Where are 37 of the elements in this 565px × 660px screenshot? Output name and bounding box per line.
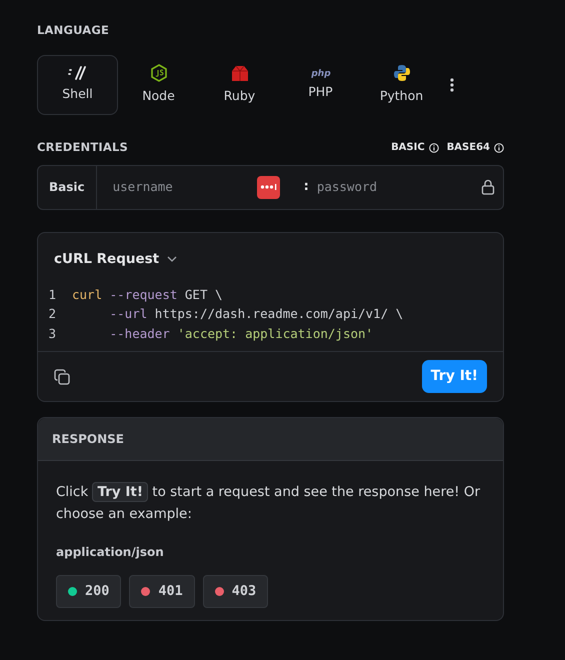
php-wordmark-icon: php [310,68,330,78]
auth-help-link[interactable]: BASE64 [446,140,490,156]
snakes-icon [392,64,410,82]
gem-icon [230,64,248,82]
line-number: 3 [47,324,57,343]
auth-scheme-label: Basic [38,166,97,208]
media-type-label: application/json [56,544,165,562]
line-number: 1 [47,286,57,304]
language-tab[interactable]: Ruby [199,55,280,116]
terminal-slashes-icon [68,66,87,80]
language-tab[interactable]: Shell [37,55,118,116]
status-example-button[interactable]: 403 [202,575,268,608]
language-tab[interactable]: Node [118,55,199,116]
language-tab[interactable]: Python [361,55,442,116]
code-line: --header 'accept: application/json' [108,326,374,341]
code-line: curl --request GET \ [72,286,223,302]
info-icon [428,142,439,153]
code-line: --url https://dash.readme.com/api/v1/ \ [108,306,404,322]
hexagon-js-icon [150,64,166,82]
request-title[interactable]: cURL Request [54,248,160,269]
response-heading: RESPONSE [38,418,503,462]
password-field[interactable]: password [316,178,437,196]
section-heading: CREDENTIALS [37,139,128,156]
separator-colon: : [304,178,309,196]
status-example-button[interactable]: 401 [129,575,195,608]
password-manager-icon[interactable] [256,176,280,198]
auth-help-link[interactable]: BASIC [391,140,425,156]
info-icon [494,142,504,153]
response-hint: Click Try It! to start a request and see the response here! Or choose an example: [56,481,482,524]
language-tab[interactable]: php PHP [280,55,361,116]
lock-icon [481,179,495,195]
line-number: 2 [47,305,57,324]
section-heading: LANGUAGE [37,22,110,39]
copy-icon[interactable] [54,368,70,385]
username-field[interactable]: username [112,178,233,196]
chevron-down-icon[interactable] [167,256,178,262]
status-example-button[interactable]: 200 [56,575,122,608]
